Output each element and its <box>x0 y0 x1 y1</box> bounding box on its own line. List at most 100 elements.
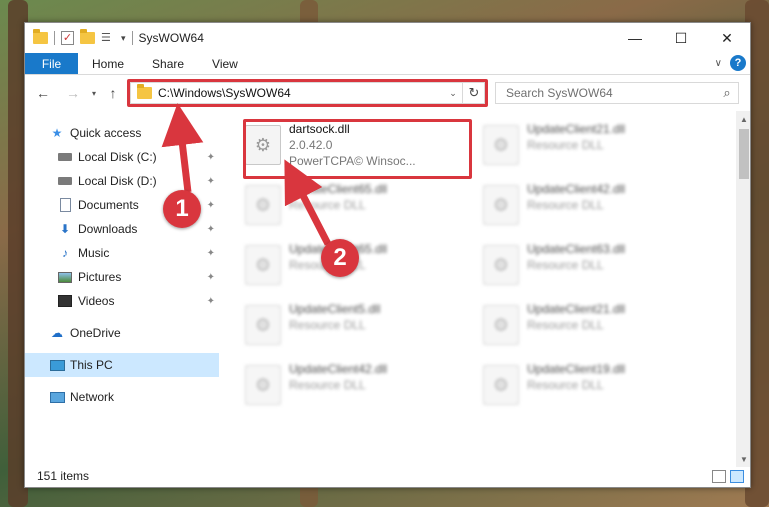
pin-icon[interactable]: ✦ <box>207 272 215 283</box>
navigation-bar: ← → ▾ ↑ C:\Windows\SysWOW64 ⌄ ↻ ⌕ <box>25 75 750 111</box>
maximize-button[interactable]: ☐ <box>658 23 704 53</box>
sidebar-item-quick-access[interactable]: ★ Quick access <box>25 121 219 145</box>
ribbon-right: ∨ ? <box>715 55 746 71</box>
sidebar-item-pictures[interactable]: Pictures ✦ <box>25 265 219 289</box>
sidebar-item-this-pc[interactable]: This PC <box>25 353 219 377</box>
tiles-view-icon[interactable] <box>730 470 744 483</box>
sidebar-item-label: This PC <box>70 358 113 372</box>
sidebar-item-local-disk-c[interactable]: Local Disk (C:) ✦ <box>25 145 219 169</box>
file-name: UpdateClient5.dll <box>289 302 381 316</box>
search-input[interactable] <box>506 86 716 100</box>
tab-home[interactable]: Home <box>78 53 138 74</box>
tab-share[interactable]: Share <box>138 53 198 74</box>
scroll-up-icon[interactable]: ▲ <box>736 111 750 127</box>
step-2-badge: 2 <box>321 239 359 277</box>
file-description: Resource DLL <box>289 318 366 332</box>
address-dropdown-icon[interactable]: ⌄ <box>446 88 460 99</box>
drive-icon <box>57 174 73 188</box>
pin-icon[interactable]: ✦ <box>207 248 215 259</box>
sidebar-item-label: Local Disk (C:) <box>78 150 157 164</box>
up-arrow-icon[interactable]: ↑ <box>103 85 123 101</box>
sidebar-item-music[interactable]: ♪ Music ✦ <box>25 241 219 265</box>
tab-file[interactable]: File <box>25 53 78 74</box>
star-icon: ★ <box>51 126 63 140</box>
dll-file-icon: ⚙ <box>245 125 281 165</box>
sidebar-item-label: Local Disk (D:) <box>78 174 157 188</box>
file-name: UpdateClient42.dll <box>289 362 388 376</box>
title-bar: ✓ ☰ ▾ SysWOW64 — ☐ ✕ <box>25 23 750 53</box>
address-path[interactable]: C:\Windows\SysWOW64 <box>158 86 440 100</box>
chevron-down-icon[interactable]: ▾ <box>121 33 126 44</box>
address-bar[interactable]: C:\Windows\SysWOW64 ⌄ <box>130 82 485 104</box>
dll-file-icon: ⚙ <box>483 125 519 165</box>
search-box[interactable]: ⌕ <box>495 82 739 104</box>
file-description: PowerTCPA© Winsoc... <box>289 154 416 168</box>
file-item[interactable]: ⚙ UpdateClient5.dll Resource DLL <box>245 301 475 357</box>
file-item[interactable]: ⚙ UpdateClient42.dll Resource DLL <box>483 181 713 237</box>
vertical-scrollbar[interactable]: ▲ ▼ <box>736 111 750 467</box>
sidebar-item-label: OneDrive <box>70 326 121 340</box>
sidebar-item-videos[interactable]: Videos ✦ <box>25 289 219 313</box>
divider <box>131 31 133 45</box>
computer-icon <box>49 358 65 372</box>
pin-icon[interactable]: ✦ <box>207 296 215 307</box>
forward-arrow-icon[interactable]: → <box>63 85 83 101</box>
drive-icon <box>57 150 73 164</box>
pin-icon[interactable]: ✦ <box>207 200 215 211</box>
sidebar-item-label: Videos <box>78 294 115 308</box>
minimize-button[interactable]: — <box>612 23 658 53</box>
refresh-icon[interactable]: ↻ <box>462 82 485 104</box>
expand-ribbon-icon[interactable]: ∨ <box>715 58 722 69</box>
file-item[interactable]: ⚙ UpdateClient19.dll Resource DLL <box>483 361 713 417</box>
recent-locations-chevron-icon[interactable]: ▾ <box>87 89 101 98</box>
file-description: Resource DLL <box>527 258 604 272</box>
file-item[interactable]: ⚙ UpdateClient21.dll Resource DLL <box>483 301 713 357</box>
content-area: ★ Quick access Local Disk (C:) ✦ Local D… <box>25 111 750 467</box>
sidebar-item-local-disk-d[interactable]: Local Disk (D:) ✦ <box>25 169 219 193</box>
sidebar-item-label: Documents <box>78 198 139 212</box>
close-button[interactable]: ✕ <box>704 23 750 53</box>
dll-file-icon: ⚙ <box>483 185 519 225</box>
back-arrow-icon[interactable]: ← <box>33 85 53 101</box>
sidebar-item-network[interactable]: Network <box>25 385 219 409</box>
file-description: Resource DLL <box>527 378 604 392</box>
file-item[interactable]: ⚙ UpdateClient65.dllResource DLL <box>245 181 475 237</box>
pin-icon[interactable]: ✦ <box>207 176 215 187</box>
file-item[interactable]: ⚙ UpdateClient63.dll Resource DLL <box>483 241 713 297</box>
navigation-pane: ★ Quick access Local Disk (C:) ✦ Local D… <box>25 111 219 467</box>
step-1-badge: 1 <box>163 190 201 228</box>
sidebar-item-label: Downloads <box>78 222 138 236</box>
pin-icon[interactable]: ✦ <box>207 152 215 163</box>
file-item[interactable]: ⚙ UpdateClient42.dll Resource DLL <box>245 361 475 417</box>
file-description: Resource DLL <box>527 318 604 332</box>
quick-access-toolbar: ✓ ☰ ▾ <box>25 23 133 53</box>
file-name: UpdateClient21.dll <box>527 122 626 136</box>
videos-icon <box>57 294 73 308</box>
file-list: ⚙ dartsock.dll 2.0.42.0 PowerTCPA© Winso… <box>219 111 750 467</box>
file-description: Resource DLL <box>527 198 604 212</box>
explorer-window: ✓ ☰ ▾ SysWOW64 — ☐ ✕ File Home Share Vie… <box>24 22 751 488</box>
customize-toolbar-icon[interactable]: ☰ <box>101 32 115 45</box>
scroll-thumb[interactable] <box>739 129 749 179</box>
file-description: Resource DLL <box>527 138 604 152</box>
dll-file-icon: ⚙ <box>483 365 519 405</box>
ribbon-tabs: File Home Share View ∨ ? <box>25 53 750 75</box>
details-view-icon[interactable] <box>712 470 726 483</box>
search-icon[interactable]: ⌕ <box>716 85 738 101</box>
new-folder-icon[interactable] <box>80 29 95 44</box>
music-icon: ♪ <box>62 246 68 260</box>
file-item[interactable]: ⚙ UpdateClient65.dllResource DLL <box>245 241 475 297</box>
properties-check-icon[interactable]: ✓ <box>61 31 74 45</box>
file-name: dartsock.dll <box>289 122 350 136</box>
sidebar-item-onedrive[interactable]: ☁ OneDrive <box>25 321 219 345</box>
tab-view[interactable]: View <box>198 53 252 74</box>
file-name: UpdateClient63.dll <box>527 242 626 256</box>
dll-file-icon: ⚙ <box>245 305 281 345</box>
help-icon[interactable]: ? <box>730 55 746 71</box>
file-item-dartsock[interactable]: ⚙ dartsock.dll 2.0.42.0 PowerTCPA© Winso… <box>245 121 475 177</box>
window-controls: — ☐ ✕ <box>612 23 750 53</box>
folder-icon <box>137 84 152 99</box>
file-item[interactable]: ⚙ UpdateClient21.dll Resource DLL <box>483 121 713 177</box>
file-name: UpdateClient65.dll <box>289 182 388 196</box>
pin-icon[interactable]: ✦ <box>207 224 215 235</box>
